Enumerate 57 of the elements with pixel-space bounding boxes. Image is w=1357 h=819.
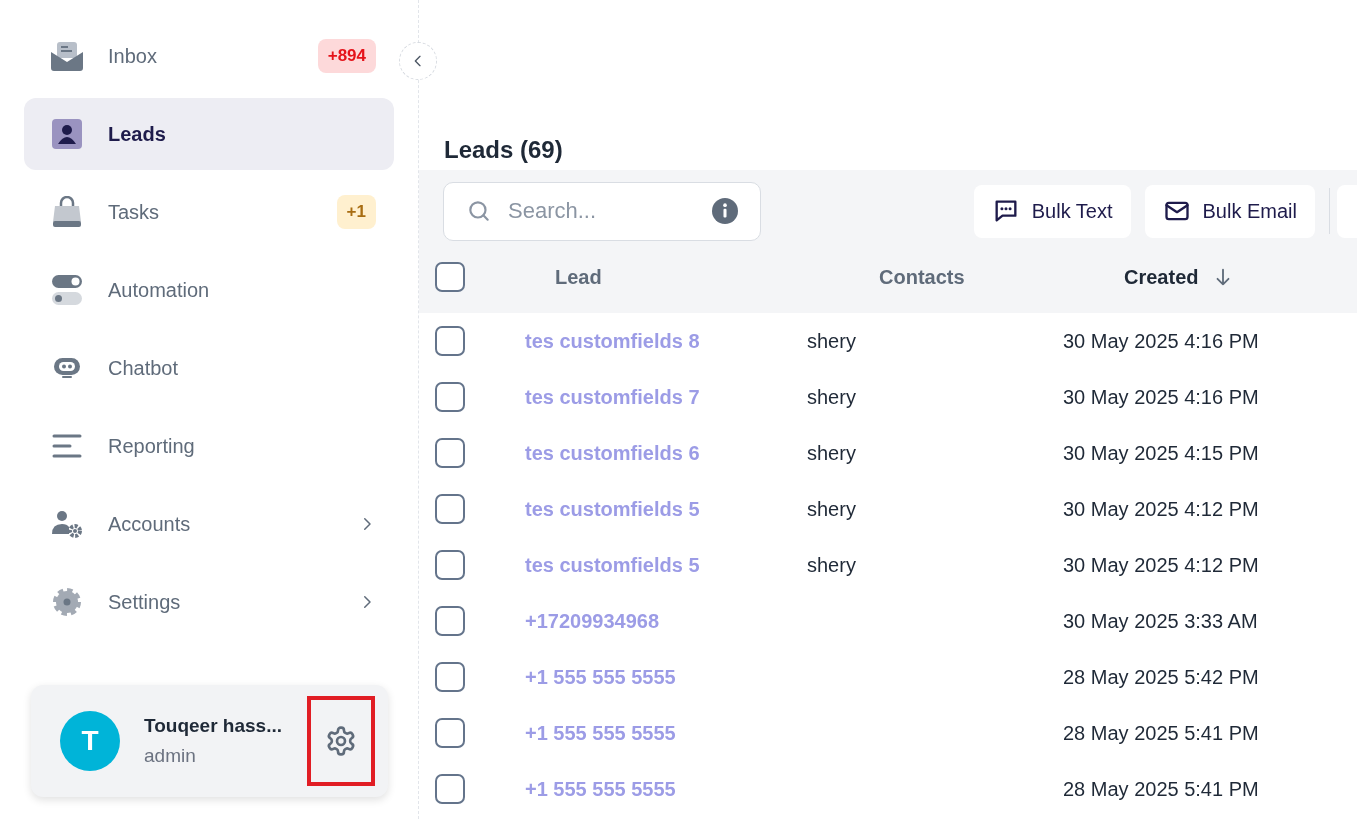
gear-icon: [52, 587, 82, 617]
row-checkbox[interactable]: [435, 606, 465, 636]
nav-item[interactable]: Chatbot: [24, 332, 394, 404]
page-title: Leads (69): [444, 136, 564, 164]
column-header[interactable]: Created: [1124, 265, 1235, 289]
created-cell: 30 May 2025 4:12 PM: [1063, 553, 1259, 577]
created-cell: 30 May 2025 4:12 PM: [1063, 497, 1259, 521]
nav-item[interactable]: Tasks +1: [24, 176, 394, 248]
nav-item[interactable]: Automation: [24, 254, 394, 326]
created-cell: 28 May 2025 5:41 PM: [1063, 721, 1259, 745]
avatar: T: [60, 711, 120, 771]
row-checkbox[interactable]: [435, 662, 465, 692]
count-badge: +1: [336, 195, 376, 229]
search-icon: [466, 198, 492, 224]
search-field[interactable]: Search...: [443, 181, 761, 241]
row-checkbox[interactable]: [435, 326, 465, 356]
nav-item[interactable]: Settings: [24, 566, 394, 638]
select-all-checkbox[interactable]: [435, 262, 465, 292]
info-icon: [712, 198, 738, 224]
row-checkbox[interactable]: [435, 382, 465, 412]
created-cell: 30 May 2025 4:16 PM: [1063, 385, 1259, 409]
user-icon: [52, 119, 82, 149]
count-badge: +894: [317, 39, 376, 73]
settings-icon: [325, 725, 357, 757]
created-cell: 30 May 2025 4:15 PM: [1063, 441, 1259, 465]
toolbar-button[interactable]: Bulk Text: [973, 184, 1131, 238]
user-role: admin: [144, 745, 197, 767]
column-header[interactable]: Contacts: [879, 265, 965, 289]
toolbar-button[interactable]: Bulk Email: [1144, 184, 1315, 238]
contact-cell: shery: [807, 385, 856, 409]
envelope-icon: [51, 41, 83, 71]
user-name: Touqeer hass...: [144, 715, 283, 737]
search-input[interactable]: Search...: [506, 197, 698, 225]
row-checkbox[interactable]: [435, 494, 465, 524]
row-checkbox[interactable]: [435, 718, 465, 748]
contact-cell: shery: [807, 329, 856, 353]
row-checkbox[interactable]: [435, 438, 465, 468]
created-cell: 28 May 2025 5:41 PM: [1063, 777, 1259, 801]
settings-button[interactable]: [307, 696, 375, 786]
created-cell: 28 May 2025 5:42 PM: [1063, 665, 1259, 689]
column-header[interactable]: Lead: [555, 265, 602, 289]
nav-item[interactable]: Leads: [24, 98, 394, 170]
robot-icon: [52, 355, 82, 381]
contact-cell: shery: [807, 553, 856, 577]
created-cell: 30 May 2025 4:16 PM: [1063, 329, 1259, 353]
nav-item[interactable]: Inbox +894: [24, 20, 394, 92]
user-gear-icon: [52, 510, 82, 538]
bag-icon: [51, 196, 83, 228]
created-cell: 30 May 2025 3:33 AM: [1063, 609, 1258, 633]
nav-item[interactable]: Accounts: [24, 488, 394, 560]
row-checkbox[interactable]: [435, 550, 465, 580]
contact-cell: shery: [807, 441, 856, 465]
contact-cell: shery: [807, 497, 856, 521]
nav-item[interactable]: Reporting: [24, 410, 394, 482]
toggle-icon: [52, 275, 82, 305]
row-checkbox[interactable]: [435, 774, 465, 804]
lines-icon: [52, 433, 82, 459]
